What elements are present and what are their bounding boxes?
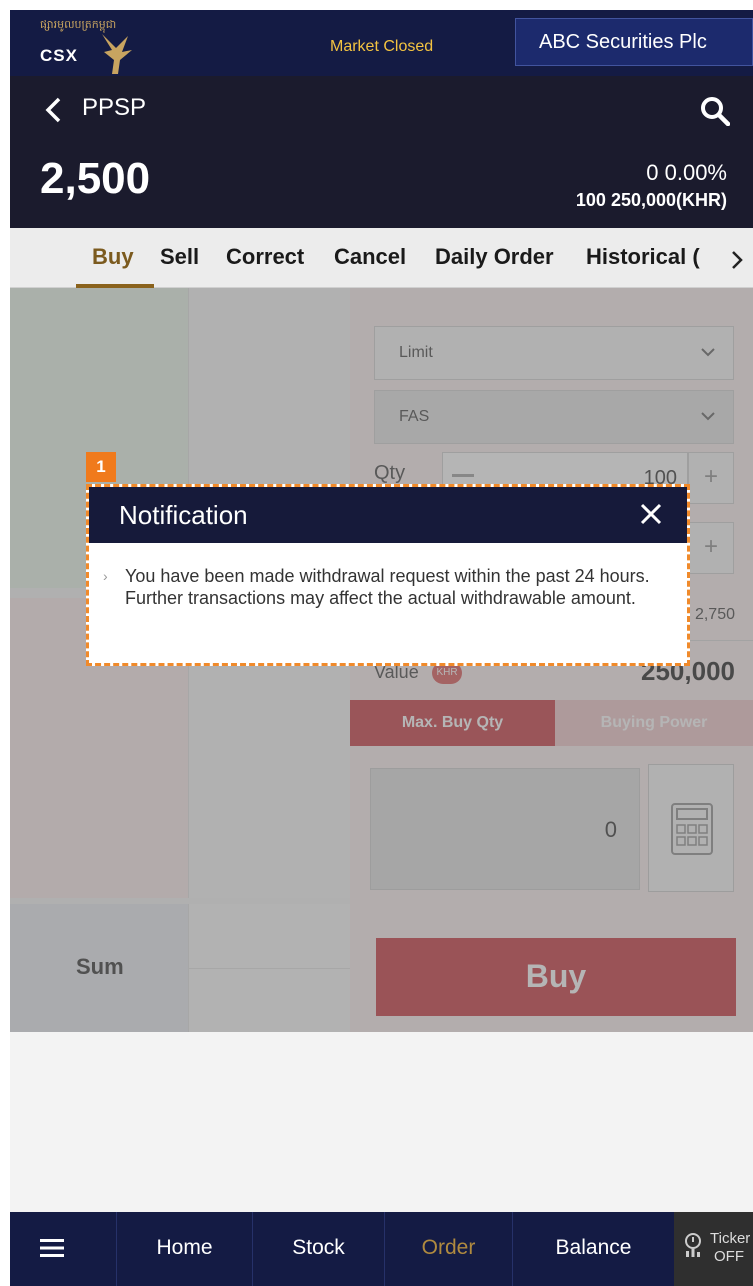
bottom-nav: Home Stock Order Balance Ticker OFF [10,1212,753,1286]
dialog-message-text: You have been made withdrawal request wi… [125,566,650,608]
search-icon[interactable] [700,96,730,126]
qty-label: Qty [374,462,406,484]
ask-row[interactable] [10,288,350,348]
tab-correct[interactable]: Correct [226,244,304,270]
qty-minus-button[interactable] [452,474,474,477]
bid-row[interactable] [10,778,350,838]
ticker-label: Ticker [710,1230,751,1247]
tab-buy[interactable]: Buy [92,244,134,270]
bid-row[interactable] [10,838,350,898]
stock-code: PPSP [82,94,147,121]
csx-logo: ផ្សារមូលបត្រកម្ពុជា CSX [40,18,150,74]
dialog-message: › You have been made withdrawal request … [103,565,683,609]
ask-row[interactable] [10,348,350,408]
price-change: 0 0.00% [646,160,727,185]
notification-dialog: Notification › You have been made withdr… [86,484,690,666]
sum-row: Sum [10,904,351,1032]
chevron-down-icon [701,348,715,357]
nav-order[interactable]: Order [384,1212,512,1286]
tab-sell[interactable]: Sell [160,244,199,270]
annotation-badge: 1 [86,452,116,482]
top-bar: ផ្សារមូលបត្រកម្ពុជា CSX Market Closed AB… [10,10,753,76]
rooster-icon [102,34,132,74]
buying-power-toggle[interactable]: Buying Power [555,700,753,746]
logo-csx-text: CSX [40,46,78,65]
max-buy-qty-toggle[interactable]: Max. Buy Qty [350,700,555,746]
ticker-toggle[interactable]: Ticker OFF [674,1212,753,1286]
ticker-icon [685,1233,701,1257]
bid-row[interactable] [10,658,350,718]
dialog-title: Notification [119,500,248,530]
app-frame: ផ្សារមូលបត្រកម្ពុជា CSX Market Closed AB… [10,10,753,1286]
bullet-icon: › [103,568,108,584]
nav-balance[interactable]: Balance [512,1212,674,1286]
bid-row[interactable] [10,718,350,778]
tab-historical[interactable]: Historical ( [586,244,700,270]
sum-label: Sum [10,904,188,1032]
volume-value: 100 250,000(KHR) [575,190,727,210]
qty-plus-button[interactable]: + [688,452,734,504]
price-limit-value: 2,750 [694,606,735,623]
tab-cancel[interactable]: Cancel [334,244,406,270]
current-price: 2,500 [40,154,151,203]
chevron-down-icon [701,412,715,421]
account-type-select[interactable]: FAS [374,390,734,444]
calculator-button[interactable] [648,764,734,892]
tab-daily-order[interactable]: Daily Order [435,244,554,270]
price-plus-button[interactable]: + [688,522,734,574]
buy-button[interactable]: Buy [376,938,736,1016]
ticker-state: OFF [714,1248,744,1265]
broker-name-button[interactable]: ABC Securities Plc [515,18,753,66]
account-type-value: FAS [399,408,430,425]
order-type-value: Limit [399,344,433,361]
nav-home[interactable]: Home [116,1212,252,1286]
menu-icon[interactable] [40,1238,64,1258]
order-tabs: Buy Sell Correct Cancel Daily Order Hist… [10,228,753,288]
amount-display: 0 [370,768,640,890]
order-content: Sum Limit FAS Qty 100 + + 2,750 Value KH… [10,288,753,1212]
stock-header: PPSP 2,500 0 0.00% 100 250,000(KHR) [10,76,753,228]
ask-row[interactable] [10,408,350,468]
chevron-right-icon[interactable] [730,250,744,270]
sum-values [188,904,351,1032]
back-arrow-icon[interactable] [43,96,65,124]
order-type-select[interactable]: Limit [374,326,734,380]
nav-stock[interactable]: Stock [252,1212,384,1286]
dialog-header: Notification [89,487,687,543]
market-status: Market Closed [330,38,434,55]
close-icon[interactable] [639,502,663,526]
calculator-icon [671,803,713,855]
